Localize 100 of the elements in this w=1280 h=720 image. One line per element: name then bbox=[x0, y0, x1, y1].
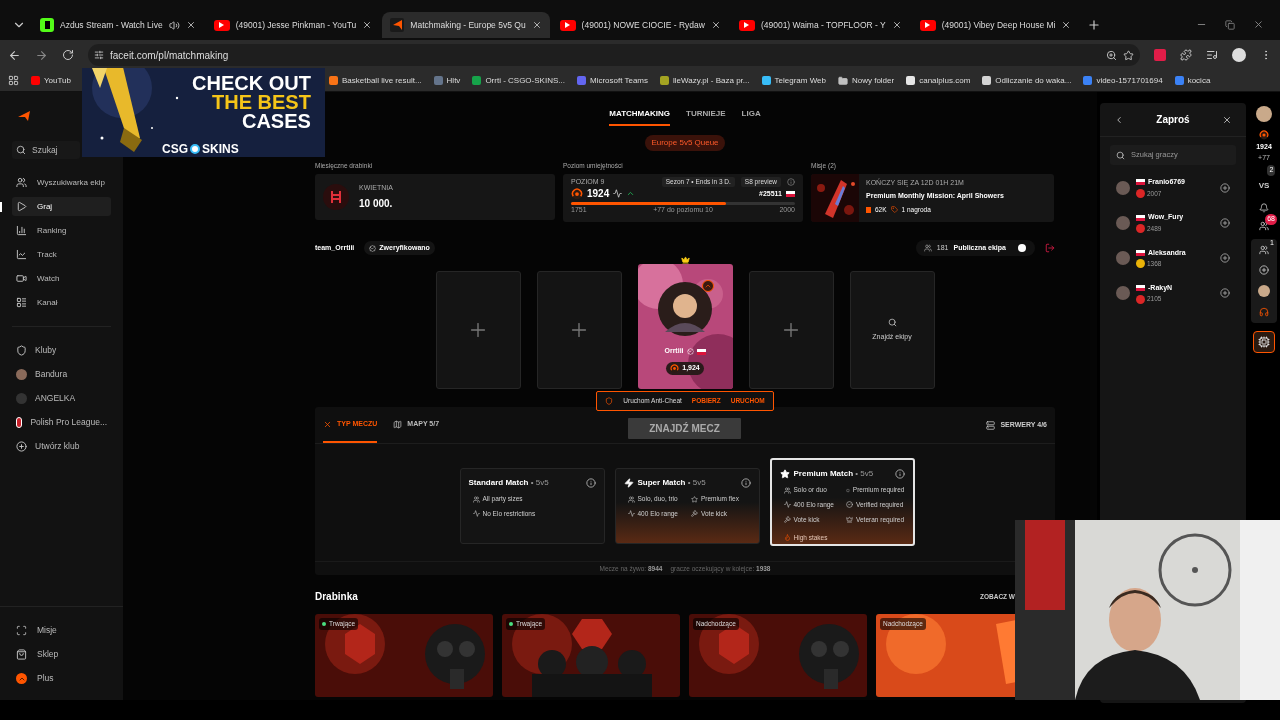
player-avatar bbox=[1116, 180, 1130, 195]
sidebar-item[interactable]: Kanał bbox=[12, 293, 111, 312]
profile-avatar[interactable] bbox=[1232, 48, 1246, 62]
bookmark[interactable]: Microsoft Teams bbox=[576, 74, 649, 87]
headset-icon[interactable] bbox=[1259, 307, 1269, 317]
verified-icon bbox=[369, 244, 377, 252]
club-item[interactable]: Polish Pro League... bbox=[12, 413, 111, 432]
close-window-icon[interactable] bbox=[1253, 19, 1264, 30]
bookmark[interactable]: video-1571701694 bbox=[1083, 74, 1163, 87]
panel-title: Zaproś bbox=[1155, 113, 1191, 127]
close-tab-icon[interactable] bbox=[1061, 20, 1072, 30]
nav-tab[interactable]: MATCHMAKING bbox=[609, 108, 671, 126]
kick-logo-icon bbox=[40, 18, 54, 32]
gavel-icon bbox=[691, 510, 698, 518]
close-tab-icon[interactable] bbox=[531, 20, 542, 30]
ad-brand: SKINS bbox=[202, 141, 239, 157]
tab-title: (49001) Vibey Deep House Mi bbox=[941, 18, 1056, 32]
bookmark[interactable]: Odliczanie do waka... bbox=[982, 74, 1072, 87]
address-bar[interactable]: faceit.com/pl/matchmaking bbox=[88, 44, 1140, 66]
wave-icon bbox=[627, 510, 635, 518]
points-icon bbox=[866, 206, 871, 213]
sidebar-item[interactable]: Misje bbox=[12, 621, 111, 640]
reload-icon[interactable] bbox=[62, 49, 74, 61]
add-icon bbox=[16, 441, 27, 452]
invite-icon[interactable] bbox=[1220, 182, 1230, 193]
sidebar-item[interactable]: Wyszukiwarka ekip bbox=[12, 173, 111, 192]
back-icon[interactable] bbox=[1114, 114, 1124, 125]
crown-icon bbox=[846, 516, 853, 524]
bell-icon[interactable] bbox=[1259, 203, 1269, 213]
browser-tab[interactable]: Azdus Stream - Watch Live bbox=[32, 12, 204, 38]
find-match-button[interactable]: ZNAJDŹ MECZ bbox=[628, 418, 741, 440]
close-tab-icon[interactable] bbox=[891, 20, 902, 30]
search-icon bbox=[887, 318, 897, 327]
back-icon[interactable] bbox=[8, 48, 21, 62]
club-item[interactable]: Bandura bbox=[12, 365, 111, 384]
sidebar-item[interactable]: Track bbox=[12, 245, 111, 264]
tag-icon bbox=[890, 206, 898, 214]
poland-flag-icon bbox=[1136, 179, 1145, 186]
browser-tab[interactable]: (49001) Jesse Pinkman - YouTu bbox=[205, 12, 381, 38]
close-tab-icon[interactable] bbox=[710, 20, 721, 30]
versus-button[interactable]: VS bbox=[1258, 181, 1270, 190]
add-icon[interactable] bbox=[1259, 265, 1269, 275]
club-item[interactable]: Utwórz klub bbox=[12, 437, 111, 456]
party-icon[interactable] bbox=[1259, 221, 1269, 231]
bookmark[interactable]: YouTub bbox=[31, 74, 71, 87]
media-icon[interactable] bbox=[1206, 49, 1218, 61]
browser-tab[interactable]: Matchmaking - Europe 5v5 Qu bbox=[382, 12, 550, 38]
forward-icon[interactable] bbox=[35, 48, 48, 62]
poland-flag-icon bbox=[1136, 249, 1145, 256]
sidebar-item[interactable]: Sklep bbox=[12, 645, 111, 664]
bookmark[interactable]: Basketball live result... bbox=[329, 74, 422, 87]
bookmark[interactable]: Hltv bbox=[433, 74, 461, 87]
invite-icon[interactable] bbox=[1220, 253, 1230, 264]
poland-flag-icon bbox=[1136, 214, 1145, 221]
friend-avatar[interactable] bbox=[1258, 285, 1270, 297]
bookmark[interactable]: kocica bbox=[1174, 74, 1211, 87]
nav-tab[interactable]: LIGA bbox=[741, 108, 761, 126]
extensions-icon[interactable] bbox=[1180, 49, 1192, 61]
close-tab-icon[interactable] bbox=[362, 20, 373, 30]
browser-tab[interactable]: (49001) Waima - TOPFLOOR - Y bbox=[730, 12, 910, 38]
close-icon[interactable] bbox=[1222, 114, 1232, 125]
bookmark[interactable]: Nowy folder bbox=[837, 74, 895, 87]
team-icon[interactable] bbox=[1259, 245, 1269, 255]
bookmark[interactable]: canalplus.com bbox=[906, 74, 971, 87]
user-avatar[interactable] bbox=[1256, 106, 1272, 122]
team-search-icon bbox=[16, 177, 27, 188]
sidebar-item[interactable]: Plus bbox=[12, 669, 111, 688]
bookmark-star-icon[interactable] bbox=[1123, 49, 1134, 61]
bookmark[interactable]: lleWazy.pl - Baza pr... bbox=[660, 74, 750, 87]
sidebar-item[interactable]: Ranking bbox=[12, 221, 111, 240]
info-icon[interactable] bbox=[787, 178, 795, 186]
player-avatar bbox=[1116, 286, 1130, 301]
player-avatar bbox=[1116, 215, 1130, 230]
club-item[interactable]: Kluby bbox=[12, 341, 111, 360]
trend-icon bbox=[613, 189, 623, 199]
browser-tab[interactable]: (49001) NOWE CIOCIE - Rydaw bbox=[551, 12, 729, 38]
verified-icon bbox=[686, 348, 694, 355]
invite-icon[interactable] bbox=[1220, 288, 1230, 299]
nav-tab[interactable]: TURNIEJE bbox=[686, 108, 726, 126]
ad-headline: CHECK OUT bbox=[192, 74, 311, 93]
zoom-icon[interactable] bbox=[1106, 49, 1117, 61]
bookmark[interactable]: Orrti - CSGO-SKINS... bbox=[472, 74, 565, 87]
speaker-icon[interactable] bbox=[168, 19, 180, 31]
new-tab-icon[interactable] bbox=[1087, 18, 1102, 32]
match-type-name: Standard Match • 5v5 bbox=[468, 477, 549, 490]
club-item[interactable]: ANGELKA bbox=[12, 389, 111, 408]
bookmark[interactable]: Telegram Web bbox=[761, 74, 826, 87]
restore-icon[interactable] bbox=[1225, 19, 1235, 30]
search-field[interactable]: Szukaj bbox=[12, 141, 80, 159]
info-icon[interactable] bbox=[585, 478, 596, 489]
play-icon bbox=[16, 201, 27, 212]
sidebar-item[interactable]: Watch bbox=[12, 269, 111, 288]
browser-tab[interactable]: (49001) Vibey Deep House Mi bbox=[911, 12, 1080, 38]
site-settings-icon[interactable] bbox=[94, 50, 104, 60]
invite-icon[interactable] bbox=[1220, 217, 1230, 228]
apps-icon[interactable] bbox=[8, 75, 19, 86]
close-tab-icon[interactable] bbox=[185, 20, 196, 30]
info-icon[interactable] bbox=[894, 469, 905, 480]
info-icon[interactable] bbox=[740, 478, 751, 489]
chip-button[interactable] bbox=[1253, 331, 1275, 353]
